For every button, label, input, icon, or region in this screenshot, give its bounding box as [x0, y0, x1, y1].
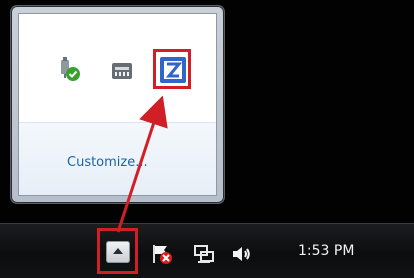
action-center-flag-icon[interactable]: [150, 242, 174, 266]
volume-icon[interactable]: [230, 242, 254, 266]
show-hidden-icons-highlight-box: [97, 228, 138, 274]
notification-overflow-popup: Customize...: [10, 5, 225, 204]
popup-content: Customize...: [18, 13, 217, 196]
system-clock[interactable]: 1:53 PM: [298, 242, 354, 260]
popup-footer: Customize...: [19, 123, 216, 195]
customize-link[interactable]: Customize...: [67, 155, 148, 170]
popup-icons-area: [19, 14, 216, 122]
usb-safely-remove-icon[interactable]: [55, 56, 81, 82]
z-app-icon[interactable]: [157, 54, 189, 86]
taskbar: 1:53 PM: [0, 223, 414, 278]
network-icon[interactable]: [192, 242, 216, 266]
memory-card-icon[interactable]: [109, 58, 135, 84]
